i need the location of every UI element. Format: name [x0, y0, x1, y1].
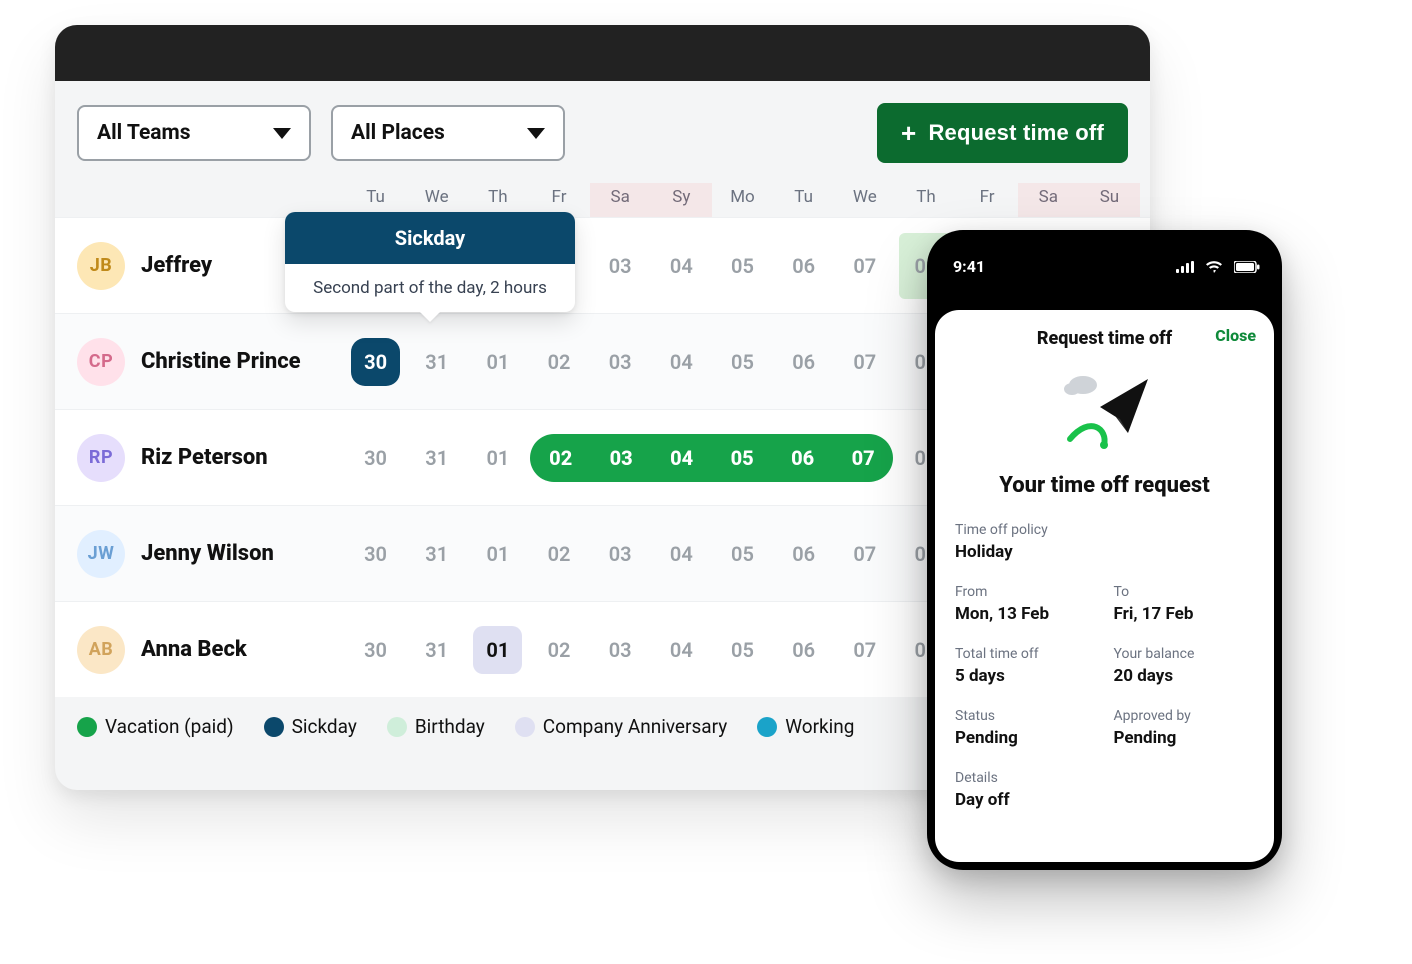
toolbar: All Teams All Places + Request time off: [55, 81, 1150, 183]
vacation-pill[interactable]: 02 03 04 05 06 07: [530, 434, 893, 482]
legend-dot-icon: [515, 717, 535, 737]
wifi-icon: [1206, 261, 1222, 273]
battery-icon: [1234, 261, 1260, 273]
legend-item: Working: [757, 715, 854, 738]
field-approved-by: Approved by Pending: [1114, 708, 1255, 748]
places-select-label: All Places: [351, 121, 445, 145]
weekday-label: Th: [467, 187, 528, 207]
request-sheet: Request time off Close Your time off req…: [935, 310, 1274, 862]
avatar: RP: [77, 434, 125, 482]
legend-dot-icon: [387, 717, 407, 737]
field-balance: Your balance 20 days: [1114, 646, 1255, 686]
legend-item: Birthday: [387, 715, 485, 738]
field-details: Details Day off: [955, 770, 1254, 810]
legend-item: Sickday: [264, 715, 357, 738]
field-policy: Time off policy Holiday: [955, 522, 1254, 562]
request-headline: Your time off request: [935, 467, 1274, 512]
weekday-label: Mo: [712, 187, 773, 207]
avatar: JB: [77, 242, 125, 290]
phone-mockup: 9:41 Request time off Close: [927, 230, 1282, 870]
signal-icon: [1176, 261, 1194, 273]
weekday-label: Fr: [528, 187, 589, 207]
legend-item: Vacation (paid): [77, 715, 234, 738]
teams-select-label: All Teams: [97, 121, 191, 145]
legend-dot-icon: [77, 717, 97, 737]
legend-item: Company Anniversary: [515, 715, 727, 738]
weekday-label: We: [406, 187, 467, 207]
illustration: [935, 357, 1274, 467]
avatar: JW: [77, 530, 125, 578]
plus-icon: +: [901, 120, 916, 146]
places-select[interactable]: All Places: [331, 105, 565, 161]
sheet-title: Request time off: [1037, 328, 1172, 349]
weekday-label: Tu: [345, 187, 406, 207]
legend-dot-icon: [264, 717, 284, 737]
person-name: Christine Prince: [141, 349, 301, 374]
tooltip-body: Second part of the day, 2 hours: [285, 264, 575, 312]
anniversary-chip[interactable]: 01: [473, 626, 522, 674]
sickday-chip[interactable]: 30: [351, 338, 400, 386]
person-name: Anna Beck: [141, 637, 247, 662]
legend-dot-icon: [757, 717, 777, 737]
person-name: Jeffrey: [141, 253, 212, 278]
request-fields: Time off policy Holiday From Mon, 13 Feb…: [935, 512, 1274, 810]
teams-select[interactable]: All Teams: [77, 105, 311, 161]
tooltip: Sickday Second part of the day, 2 hours: [285, 212, 575, 312]
avatar: AB: [77, 626, 125, 674]
person-name: Jenny Wilson: [141, 541, 274, 566]
field-status: Status Pending: [955, 708, 1096, 748]
paper-plane-icon: [1050, 367, 1160, 457]
status-icons: [1176, 257, 1260, 276]
avatar: CP: [77, 338, 125, 386]
weekday-label: Tu: [773, 187, 834, 207]
window-titlebar: [55, 25, 1150, 81]
phone-time: 9:41: [953, 257, 985, 276]
request-button-label: Request time off: [928, 120, 1104, 146]
field-to: To Fri, 17 Feb: [1114, 584, 1255, 624]
chevron-down-icon: [527, 128, 545, 139]
tooltip-title: Sickday: [285, 212, 575, 264]
chevron-down-icon: [273, 128, 291, 139]
phone-statusbar: 9:41: [927, 230, 1282, 296]
weekday-label: Th: [895, 187, 956, 207]
weekday-label: Fr: [957, 187, 1018, 207]
field-from: From Mon, 13 Feb: [955, 584, 1096, 624]
field-total: Total time off 5 days: [955, 646, 1096, 686]
person-name: Riz Peterson: [141, 445, 268, 470]
weekday-label: We: [834, 187, 895, 207]
tooltip-arrow: [420, 312, 440, 322]
request-time-off-button[interactable]: + Request time off: [877, 103, 1128, 163]
close-button[interactable]: Close: [1215, 326, 1256, 345]
